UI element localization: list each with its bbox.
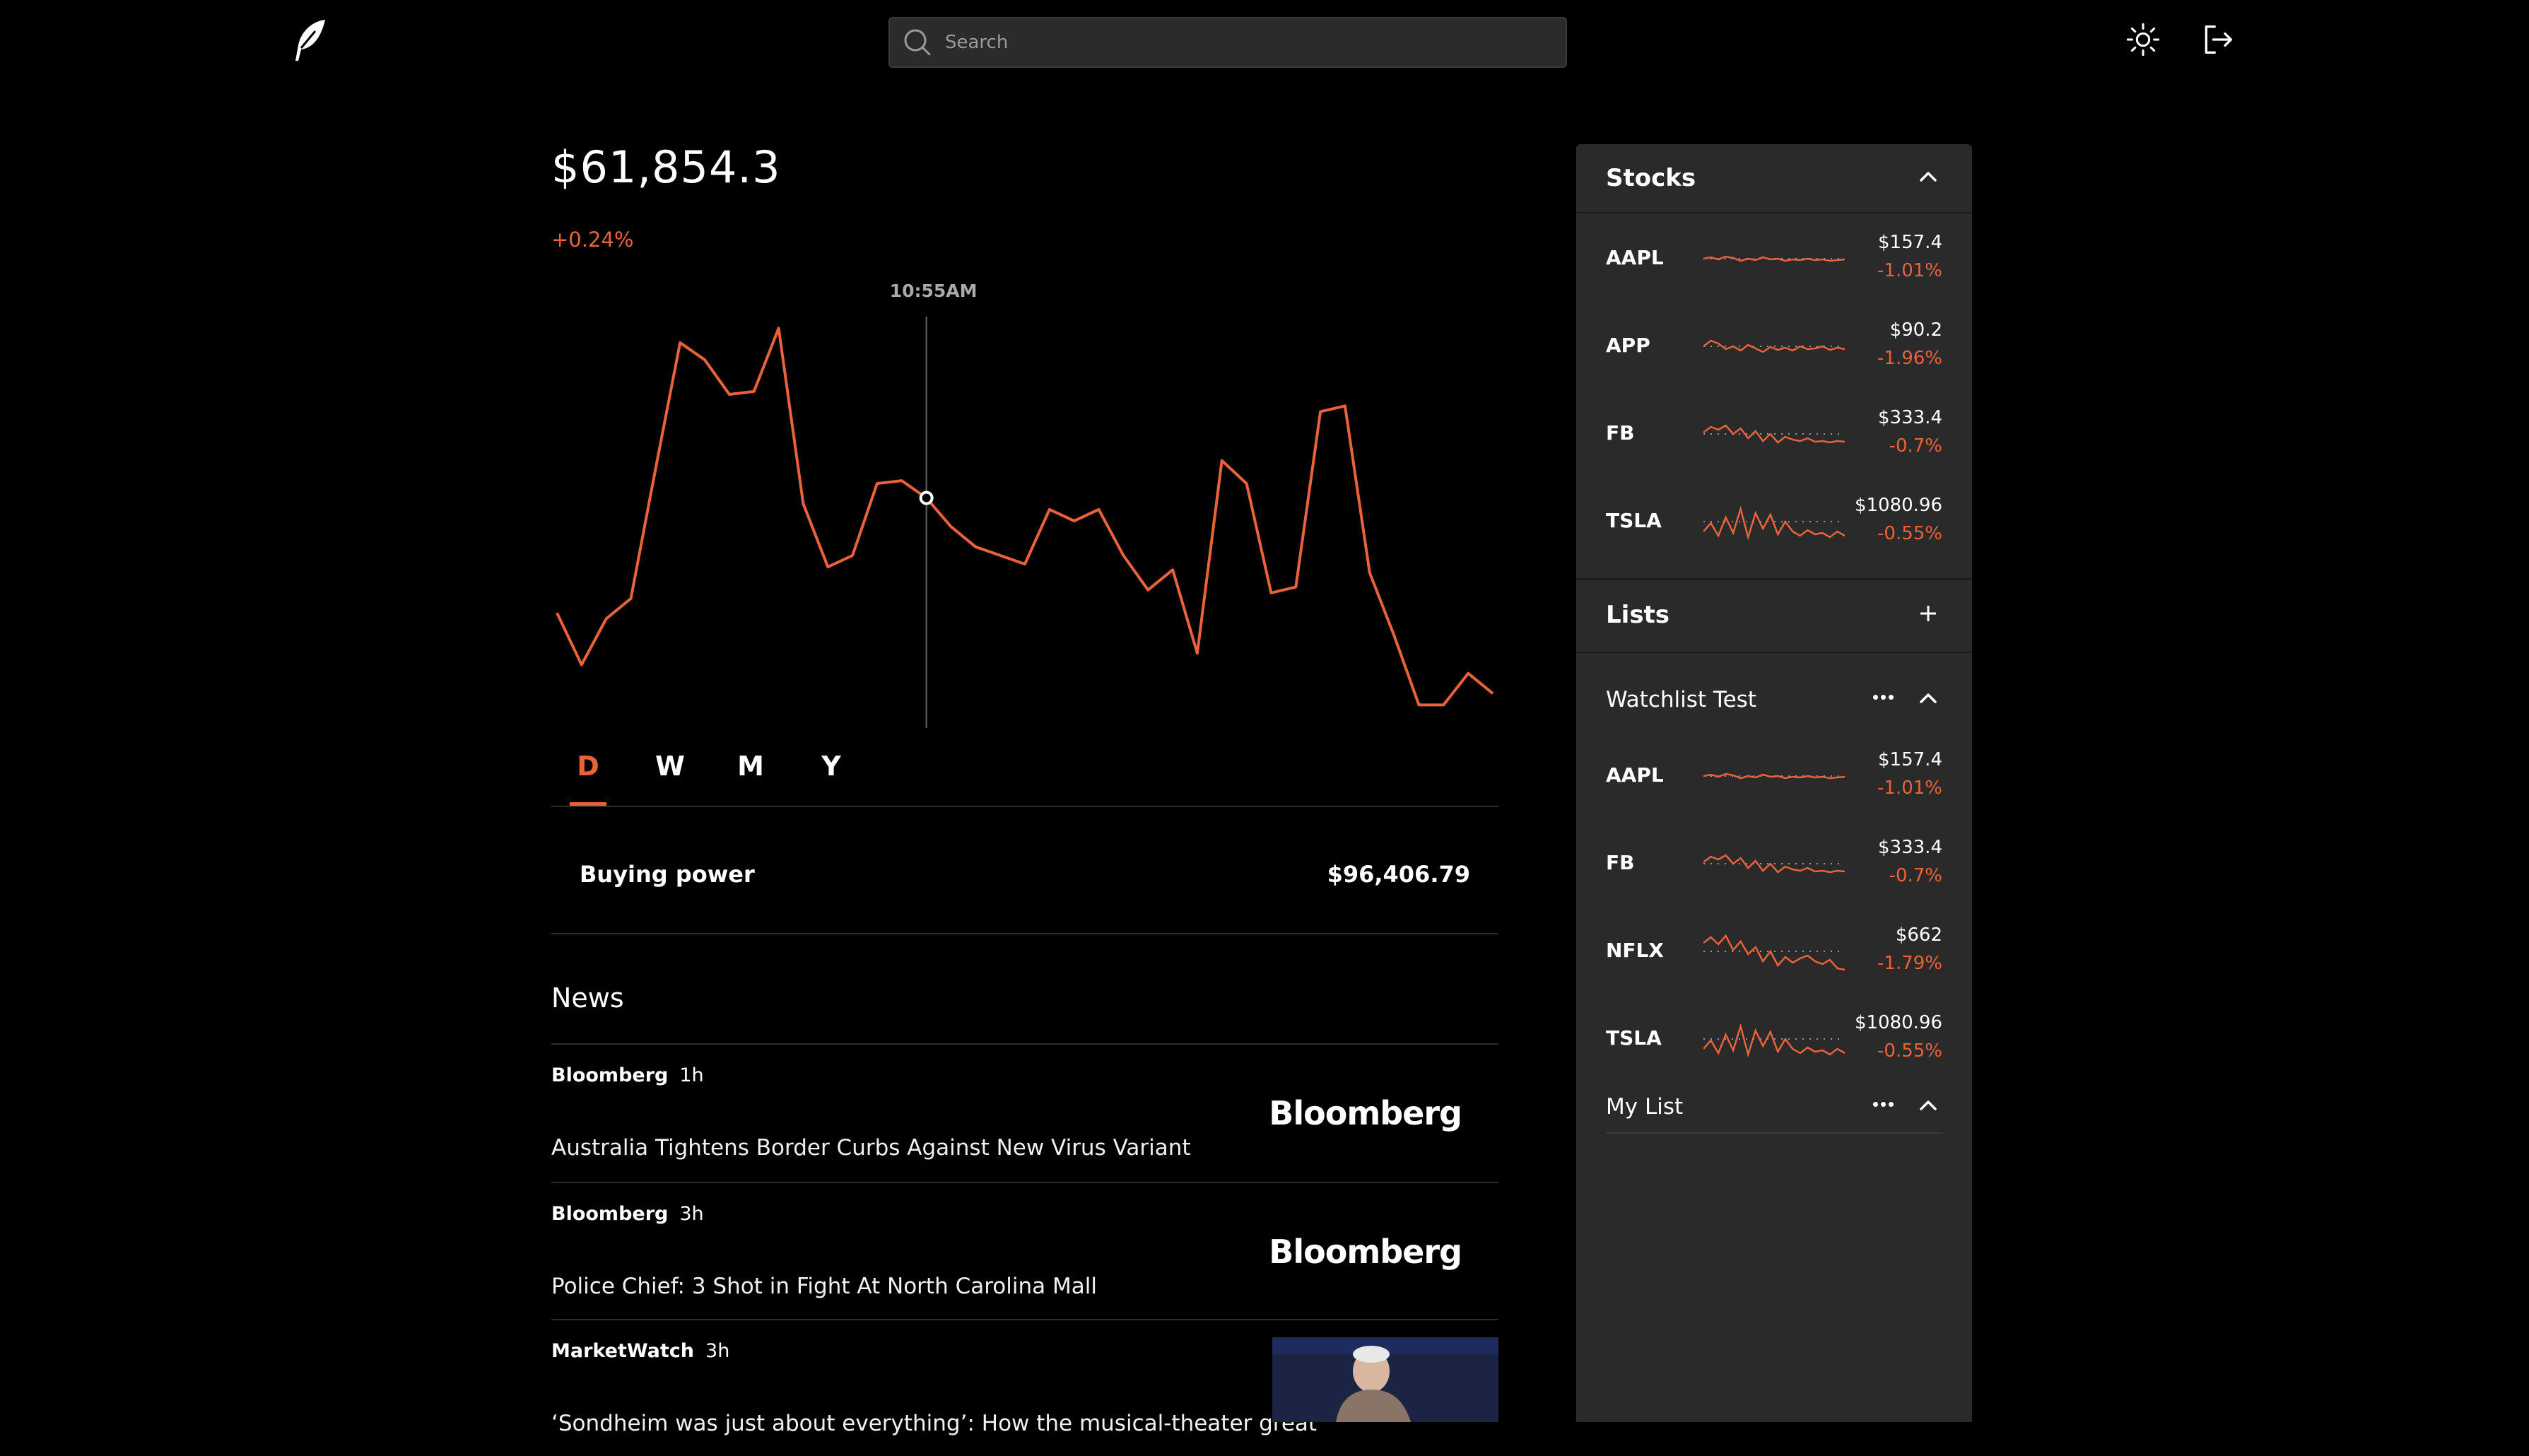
stock-symbol: FB <box>1606 421 1635 445</box>
stock-price: $1080.96 <box>1854 495 1942 516</box>
active-tab-indicator <box>570 802 606 806</box>
stock-row-aapl[interactable]: AAPL $157.4 -1.01% <box>1576 216 1972 304</box>
bloomberg-logo: Bloomberg <box>1269 1233 1462 1271</box>
chevron-up-icon[interactable] <box>1914 163 1942 191</box>
search-input[interactable] <box>944 31 1526 54</box>
chevron-up-icon[interactable] <box>1914 684 1942 712</box>
news-heading: News <box>551 982 624 1014</box>
stock-change: -1.96% <box>1877 348 1942 369</box>
stock-row-aapl[interactable]: AAPL $157.4 -1.01% <box>1576 734 1972 821</box>
stock-change: -1.79% <box>1877 953 1942 974</box>
news-headline[interactable]: Australia Tightens Border Curbs Against … <box>551 1135 1191 1161</box>
divider <box>1576 652 1972 653</box>
stock-price: $1080.96 <box>1854 1012 1942 1033</box>
sparkline-chart <box>1703 339 1845 353</box>
news-time: 3h <box>679 1203 704 1225</box>
sparkline-chart <box>1703 1023 1845 1058</box>
buying-power-label: Buying power <box>580 861 755 888</box>
tab-day[interactable]: D <box>568 751 608 782</box>
plus-icon[interactable] <box>1914 599 1942 628</box>
stock-price: $662 <box>1895 924 1942 946</box>
stock-row-fb[interactable]: FB $333.4 -0.7% <box>1576 821 1972 909</box>
stock-row-nflx[interactable]: NFLX $662 -1.79% <box>1576 909 1972 997</box>
sidebar-panel: Stocks AAPL $157.4 -1.01% APP $90.2 -1.96% FB $… <box>1576 144 1972 1422</box>
stock-change: -0.55% <box>1877 523 1942 544</box>
stock-price: $157.4 <box>1878 232 1942 253</box>
news-time: 3h <box>705 1340 730 1362</box>
lists-heading: Lists <box>1606 601 1670 629</box>
sparkline-chart <box>1703 934 1845 971</box>
my-list-name[interactable]: My List <box>1606 1094 1683 1120</box>
sparkline-chart <box>1703 773 1845 780</box>
portfolio-chart[interactable]: 10:55AM <box>551 276 1498 735</box>
stock-symbol: TSLA <box>1606 1026 1662 1050</box>
search-icon <box>904 29 931 56</box>
news-time: 1h <box>679 1064 704 1086</box>
range-tabs: D W M Y <box>551 735 1498 807</box>
stock-row-tsla[interactable]: TSLA $1080.96 -0.55% <box>1576 479 1972 567</box>
tab-month[interactable]: M <box>731 751 770 782</box>
bloomberg-logo: Bloomberg <box>1269 1094 1462 1132</box>
news-item[interactable]: Bloomberg 1h Australia Tightens Border Cu… <box>551 1045 1498 1180</box>
news-headline[interactable]: Police Chief: 3 Shot in Fight At North C… <box>551 1274 1097 1299</box>
hover-time-label: 10:55AM <box>890 281 978 301</box>
stock-row-fb[interactable]: FB $333.4 -0.7% <box>1576 392 1972 479</box>
news-headline[interactable]: ‘Sondheim was just about everything’: Ho… <box>551 1411 1317 1436</box>
stock-symbol: FB <box>1606 851 1635 874</box>
stock-price: $333.4 <box>1878 837 1942 858</box>
stock-symbol: AAPL <box>1606 246 1664 269</box>
news-source: Bloomberg <box>551 1064 669 1086</box>
stock-price: $90.2 <box>1889 319 1942 341</box>
watchlist-name[interactable]: Watchlist Test <box>1606 687 1756 712</box>
stock-price: $333.4 <box>1878 407 1942 428</box>
stock-symbol: NFLX <box>1606 939 1664 962</box>
stock-change: -1.01% <box>1877 260 1942 281</box>
stocks-heading: Stocks <box>1606 164 1696 192</box>
tab-week[interactable]: W <box>650 751 690 782</box>
sparkline-chart <box>1703 255 1845 262</box>
sparkline-chart <box>1703 854 1845 874</box>
divider <box>1606 1132 1942 1134</box>
buying-power-value: $96,406.79 <box>1327 861 1470 888</box>
tab-year[interactable]: Y <box>811 751 851 782</box>
portfolio-balance: $61,854.3 <box>551 141 781 193</box>
news-item[interactable]: Bloomberg 3h Police Chief: 3 Shot in Figh… <box>551 1183 1498 1319</box>
stock-change: -0.55% <box>1877 1040 1942 1062</box>
more-options-icon[interactable] <box>1869 690 1897 704</box>
stock-change: -1.01% <box>1877 777 1942 799</box>
news-source: MarketWatch <box>551 1340 695 1362</box>
sparkline-chart <box>1703 424 1845 444</box>
stock-row-tsla[interactable]: TSLA $1080.96 -0.55% <box>1576 997 1972 1084</box>
stock-change: -0.7% <box>1889 865 1942 886</box>
portfolio-line-series <box>556 327 1494 707</box>
more-options-icon[interactable] <box>1869 1097 1897 1111</box>
hover-point <box>919 491 934 505</box>
sun-icon[interactable] <box>2122 18 2164 61</box>
logout-icon[interactable] <box>2197 18 2239 61</box>
feather-logo-icon[interactable] <box>288 17 331 64</box>
sparkline-chart <box>1703 505 1845 541</box>
portfolio-change: +0.24% <box>551 228 634 252</box>
stock-symbol: APP <box>1606 334 1650 357</box>
stock-symbol: TSLA <box>1606 509 1662 532</box>
stock-row-app[interactable]: APP $90.2 -1.96% <box>1576 304 1972 392</box>
buying-power-row[interactable]: Buying power $96,406.79 <box>551 807 1498 934</box>
divider <box>1576 578 1972 580</box>
stock-symbol: AAPL <box>1606 763 1664 787</box>
chevron-up-icon[interactable] <box>1914 1091 1942 1120</box>
divider <box>1576 212 1972 213</box>
stock-change: -0.7% <box>1889 435 1942 457</box>
search-bar[interactable] <box>888 17 1567 68</box>
news-source: Bloomberg <box>551 1203 669 1225</box>
stock-price: $157.4 <box>1878 749 1942 770</box>
news-thumbnail-image[interactable] <box>1272 1337 1498 1422</box>
